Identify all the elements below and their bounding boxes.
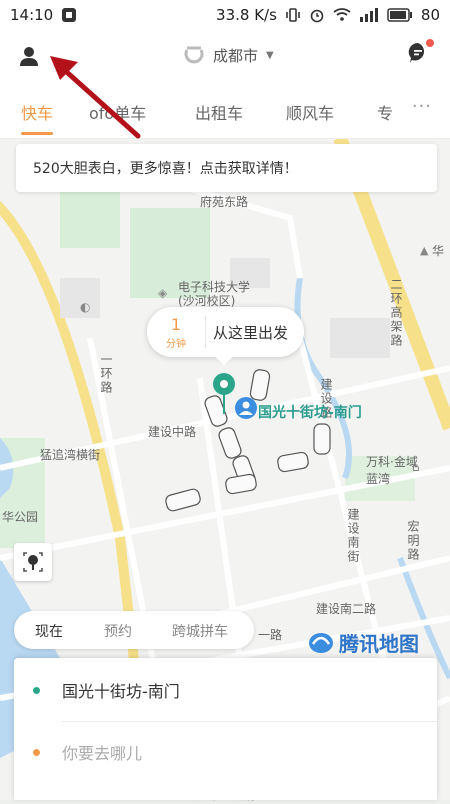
pickup-dot bbox=[33, 686, 40, 694]
vibrate-icon bbox=[285, 7, 301, 23]
map-label-jianshe-zhong: 建设中路 bbox=[148, 425, 197, 439]
ride-mode-selector: 现在 预约 跨城拼车 bbox=[14, 611, 254, 649]
alarm-icon bbox=[309, 7, 325, 23]
unread-dot bbox=[426, 39, 434, 47]
network-speed: 33.8 K/s bbox=[216, 6, 277, 24]
map-label-hua: 华 bbox=[432, 244, 445, 258]
park-icon: ◐ bbox=[80, 300, 91, 314]
battery-level: 80 bbox=[420, 6, 440, 24]
campus-icon: ◈ bbox=[158, 286, 168, 300]
depart-here-label: 从这里出发 bbox=[213, 324, 289, 342]
map-provider-name: 腾讯地图 bbox=[339, 632, 419, 656]
person-icon[interactable] bbox=[16, 44, 42, 70]
eta-value: 1 bbox=[170, 315, 182, 334]
mode-intercity[interactable]: 跨城拼车 bbox=[172, 621, 228, 641]
annotation-arrow bbox=[50, 56, 141, 139]
map-label-huagongyuan: 华公园 bbox=[2, 510, 39, 524]
destination-row[interactable]: 你要去哪儿 bbox=[14, 722, 437, 782]
chat-icon[interactable] bbox=[406, 39, 434, 65]
destination-placeholder: 你要去哪儿 bbox=[62, 744, 143, 763]
tencent-map-icon bbox=[309, 632, 333, 653]
promo-banner-text: 520大胆表白，更多惊喜！点击获取详情！ bbox=[33, 161, 298, 177]
map-poi-label: 国光十街坊-南门 bbox=[258, 405, 362, 421]
building-icon: ▲ bbox=[420, 244, 429, 257]
mode-now[interactable]: 现在 bbox=[35, 621, 63, 641]
bubble-divider bbox=[205, 316, 206, 348]
map-provider-logo: 腾讯地图 bbox=[308, 628, 419, 657]
more-tabs-icon[interactable]: ··· bbox=[412, 96, 432, 117]
destination-dot bbox=[33, 748, 40, 756]
tab-premier[interactable]: 专 bbox=[377, 100, 393, 124]
city-label: 成都市 bbox=[213, 46, 259, 65]
tab-hitch[interactable]: 顺风车 bbox=[286, 100, 334, 124]
eta-unit: 分钟 bbox=[166, 339, 186, 350]
map-label-wanke: 万科·金域蓝湾 bbox=[366, 455, 418, 486]
map-label-yihuan: 一环路 bbox=[99, 353, 113, 395]
map-label-yihuan-bottom: 一路 bbox=[258, 628, 283, 642]
wifi-icon bbox=[333, 8, 351, 22]
notification-icon bbox=[61, 7, 77, 23]
map-label-hongming: 宏明路 bbox=[406, 520, 420, 562]
status-bar: 14:10 33.8 K/s 80 bbox=[0, 0, 450, 30]
address-card: 国光十街坊-南门 你要去哪儿 bbox=[14, 658, 437, 800]
pickup-pin-icon bbox=[213, 373, 235, 414]
map-label-jianshe-er: 建设南二路 bbox=[316, 602, 377, 616]
map-label-fuyuan: 府苑东路 bbox=[200, 195, 249, 209]
pickup-address: 国光十街坊-南门 bbox=[62, 682, 180, 701]
map-label-erhuan: 二环高架路 bbox=[389, 278, 403, 348]
poi-person-icon bbox=[235, 397, 257, 419]
map-label-jianshe-nanjie: 建设南街 bbox=[346, 508, 360, 564]
didi-logo-icon bbox=[184, 46, 204, 64]
map-label-mengzhui: 猛追湾横街 bbox=[40, 448, 101, 462]
locate-icon bbox=[23, 552, 43, 572]
signal-icon bbox=[359, 8, 379, 22]
locate-button[interactable] bbox=[14, 543, 52, 581]
battery-icon bbox=[387, 8, 413, 22]
pickup-bubble[interactable]: 1 分钟 从这里出发 bbox=[147, 307, 304, 366]
tab-taxi[interactable]: 出租车 bbox=[195, 100, 243, 124]
mode-schedule[interactable]: 预约 bbox=[104, 621, 132, 641]
city-selector[interactable]: 成都市 ▼ bbox=[183, 44, 274, 66]
status-time: 14:10 bbox=[10, 6, 54, 24]
chevron-down-icon: ▼ bbox=[266, 49, 274, 61]
pickup-address-row[interactable]: 国光十街坊-南门 bbox=[14, 660, 437, 720]
